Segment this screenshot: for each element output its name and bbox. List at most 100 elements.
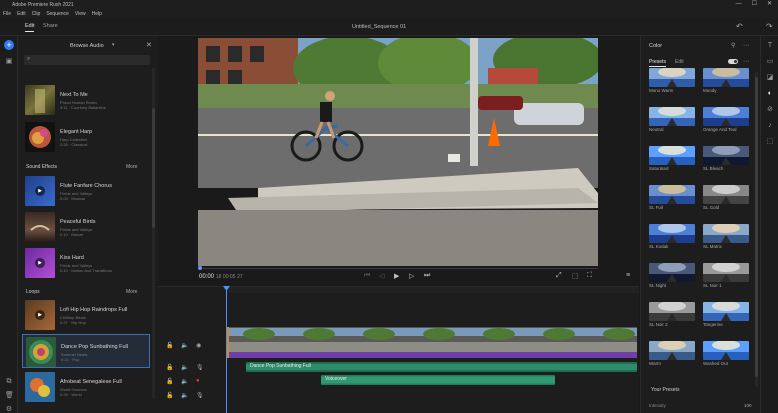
music-audio-clip[interactable]: Dance Pop Sunbathing Full bbox=[246, 362, 637, 372]
menu-icon[interactable]: ≡ bbox=[626, 272, 630, 279]
color-panel-scrollbar[interactable] bbox=[755, 72, 758, 387]
audio-panel-scrollbar[interactable] bbox=[152, 68, 155, 398]
voiceover-audio-clip[interactable]: Voiceover bbox=[321, 375, 555, 385]
fit-icon[interactable]: ⤢ bbox=[556, 272, 562, 280]
close-icon[interactable]: ✕ bbox=[146, 41, 152, 49]
tab-edit[interactable]: Edit bbox=[25, 23, 35, 32]
color-preset[interactable]: SL Full bbox=[649, 185, 695, 211]
loops-more-link[interactable]: More bbox=[126, 289, 137, 295]
close-window-button[interactable]: ✕ bbox=[767, 0, 772, 9]
color-preset[interactable]: Warm bbox=[649, 341, 695, 367]
transform-icon[interactable]: ⬚ bbox=[766, 138, 774, 146]
chevron-down-icon[interactable]: ▾ bbox=[112, 42, 115, 48]
step-back-icon[interactable]: ◁ bbox=[379, 272, 384, 280]
minimize-button[interactable]: — bbox=[736, 0, 742, 9]
redo-icon[interactable]: ↷ bbox=[766, 22, 773, 31]
eyedropper-icon[interactable]: ⚲ bbox=[731, 42, 735, 49]
menu-file[interactable]: File bbox=[3, 11, 11, 17]
project-media-icon[interactable]: ▣ bbox=[5, 58, 13, 66]
menu-sequence[interactable]: Sequence bbox=[46, 11, 69, 17]
timeline-playhead[interactable] bbox=[226, 286, 227, 413]
play-icon[interactable]: ▶ bbox=[35, 258, 45, 268]
maximize-button[interactable]: ☐ bbox=[752, 0, 757, 9]
preset-label: SL Noir 1 bbox=[703, 283, 722, 288]
video-preview[interactable] bbox=[198, 38, 598, 266]
audio-search-input[interactable]: ⌕ bbox=[24, 55, 150, 65]
graphics-icon[interactable]: ▭ bbox=[766, 58, 774, 66]
more-options-icon[interactable]: ⋯ bbox=[743, 58, 749, 65]
timeline-ruler[interactable] bbox=[228, 287, 639, 293]
trash-icon[interactable]: 🗑 bbox=[5, 392, 14, 400]
audio-icon[interactable]: ♪ bbox=[766, 122, 774, 130]
transitions-icon[interactable]: ◪ bbox=[766, 74, 774, 82]
menu-help[interactable]: Help bbox=[92, 11, 102, 17]
speed-icon[interactable]: ⊘ bbox=[766, 106, 774, 114]
list-item[interactable]: ▶ Flute Fanfare Chorus Fields and Valley… bbox=[22, 174, 150, 208]
list-item[interactable]: Afrobeat Senegalese Full World Grooves 0… bbox=[22, 370, 150, 404]
color-preset[interactable]: SL Noir 1 bbox=[703, 263, 749, 289]
undo-icon[interactable]: ↶ bbox=[736, 22, 743, 31]
color-preset[interactable]: Neutral bbox=[649, 107, 695, 133]
color-preset[interactable]: Orange And Teal bbox=[703, 107, 749, 133]
volume-icon[interactable]: 🔈 bbox=[181, 364, 188, 371]
fullscreen-icon[interactable]: ⛶ bbox=[587, 272, 592, 280]
lock-icon[interactable]: 🔓 bbox=[166, 392, 173, 399]
list-item[interactable]: Next To Me Proud Human Remix 3:11 · Cour… bbox=[22, 83, 150, 117]
play-icon[interactable]: ▶ bbox=[35, 310, 45, 320]
color-preset[interactable]: SL Gold bbox=[703, 185, 749, 211]
menu-clip[interactable]: Clip bbox=[32, 11, 41, 17]
list-item-selected[interactable]: Dance Pop Sunbathing Full Summer Beats 0… bbox=[22, 334, 150, 368]
audio-panel-title[interactable]: Browse Audio bbox=[70, 43, 104, 49]
volume-icon[interactable]: 🔈 bbox=[181, 342, 188, 349]
sound-effects-more-link[interactable]: More bbox=[126, 164, 137, 170]
list-item[interactable]: ▶ Lofi Hip Hop Raindrops Full Chillhop B… bbox=[22, 298, 150, 332]
lock-icon[interactable]: 🔓 bbox=[166, 378, 173, 385]
add-media-button[interactable]: + bbox=[4, 40, 14, 50]
volume-icon[interactable]: 🔈 bbox=[181, 378, 188, 385]
your-presets-heading[interactable]: Your Presets bbox=[651, 387, 679, 393]
color-preset[interactable]: SL Bleach bbox=[703, 146, 749, 172]
volume-icon[interactable]: 🔈 bbox=[181, 392, 188, 399]
titles-icon[interactable]: T bbox=[766, 42, 774, 50]
tab-presets[interactable]: Presets bbox=[649, 59, 666, 67]
duplicate-icon[interactable]: ⧉ bbox=[5, 378, 13, 386]
scrub-bar[interactable] bbox=[198, 268, 598, 269]
color-preset[interactable]: Washed Out bbox=[703, 341, 749, 367]
tab-color-edit[interactable]: Edit bbox=[675, 59, 684, 65]
color-preset[interactable]: SL Noir 2 bbox=[649, 302, 695, 328]
color-preset[interactable]: Tangerine bbox=[703, 302, 749, 328]
go-to-end-icon[interactable]: ⏭ bbox=[424, 272, 430, 280]
tab-share[interactable]: Share bbox=[43, 23, 58, 29]
sequence-title[interactable]: Untitled_Sequence 01 bbox=[352, 24, 406, 30]
more-icon[interactable]: ⋯ bbox=[743, 42, 749, 49]
crop-icon[interactable]: ⬚ bbox=[572, 272, 579, 280]
title-clip[interactable] bbox=[229, 352, 637, 358]
color-preset[interactable]: SL Matrix bbox=[703, 224, 749, 250]
settings-icon[interactable]: ⚙ bbox=[5, 406, 13, 413]
list-item[interactable]: ▶ Kiss Hard Fields and Valleys 0:10 · Mo… bbox=[22, 246, 150, 280]
play-icon[interactable]: ▶ bbox=[35, 186, 45, 196]
list-item[interactable]: Peaceful Birds Fields and Valleys 0:10 ·… bbox=[22, 210, 150, 244]
mic-icon[interactable]: 🎙 bbox=[196, 392, 204, 399]
color-preset[interactable]: Moody bbox=[703, 68, 749, 94]
color-preset[interactable]: SL Kodak bbox=[649, 224, 695, 250]
lock-icon[interactable]: 🔓 bbox=[166, 342, 173, 349]
scrollbar-thumb[interactable] bbox=[755, 77, 758, 377]
scrollbar-thumb[interactable] bbox=[152, 108, 155, 228]
menu-edit[interactable]: Edit bbox=[17, 11, 26, 17]
record-icon[interactable]: ● bbox=[196, 378, 200, 384]
color-preset[interactable]: Mono Warm bbox=[649, 68, 695, 94]
step-forward-icon[interactable]: ▷ bbox=[409, 272, 414, 280]
play-icon[interactable]: ▶ bbox=[394, 272, 399, 280]
visibility-icon[interactable]: ◉ bbox=[196, 342, 201, 349]
color-icon[interactable]: ◐ bbox=[766, 90, 774, 98]
scrub-handle[interactable] bbox=[198, 266, 202, 270]
menu-view[interactable]: View bbox=[75, 11, 86, 17]
mic-icon[interactable]: 🎙 bbox=[196, 364, 204, 371]
list-item[interactable]: Elegant Harp Harp Collection 2:26 · Clas… bbox=[22, 120, 150, 154]
lock-icon[interactable]: 🔓 bbox=[166, 364, 173, 371]
go-to-start-icon[interactable]: ⏮ bbox=[364, 272, 370, 280]
color-preset[interactable]: Saturated bbox=[649, 146, 695, 172]
color-preset[interactable]: SL Night bbox=[649, 263, 695, 289]
color-enable-toggle[interactable] bbox=[728, 59, 738, 64]
